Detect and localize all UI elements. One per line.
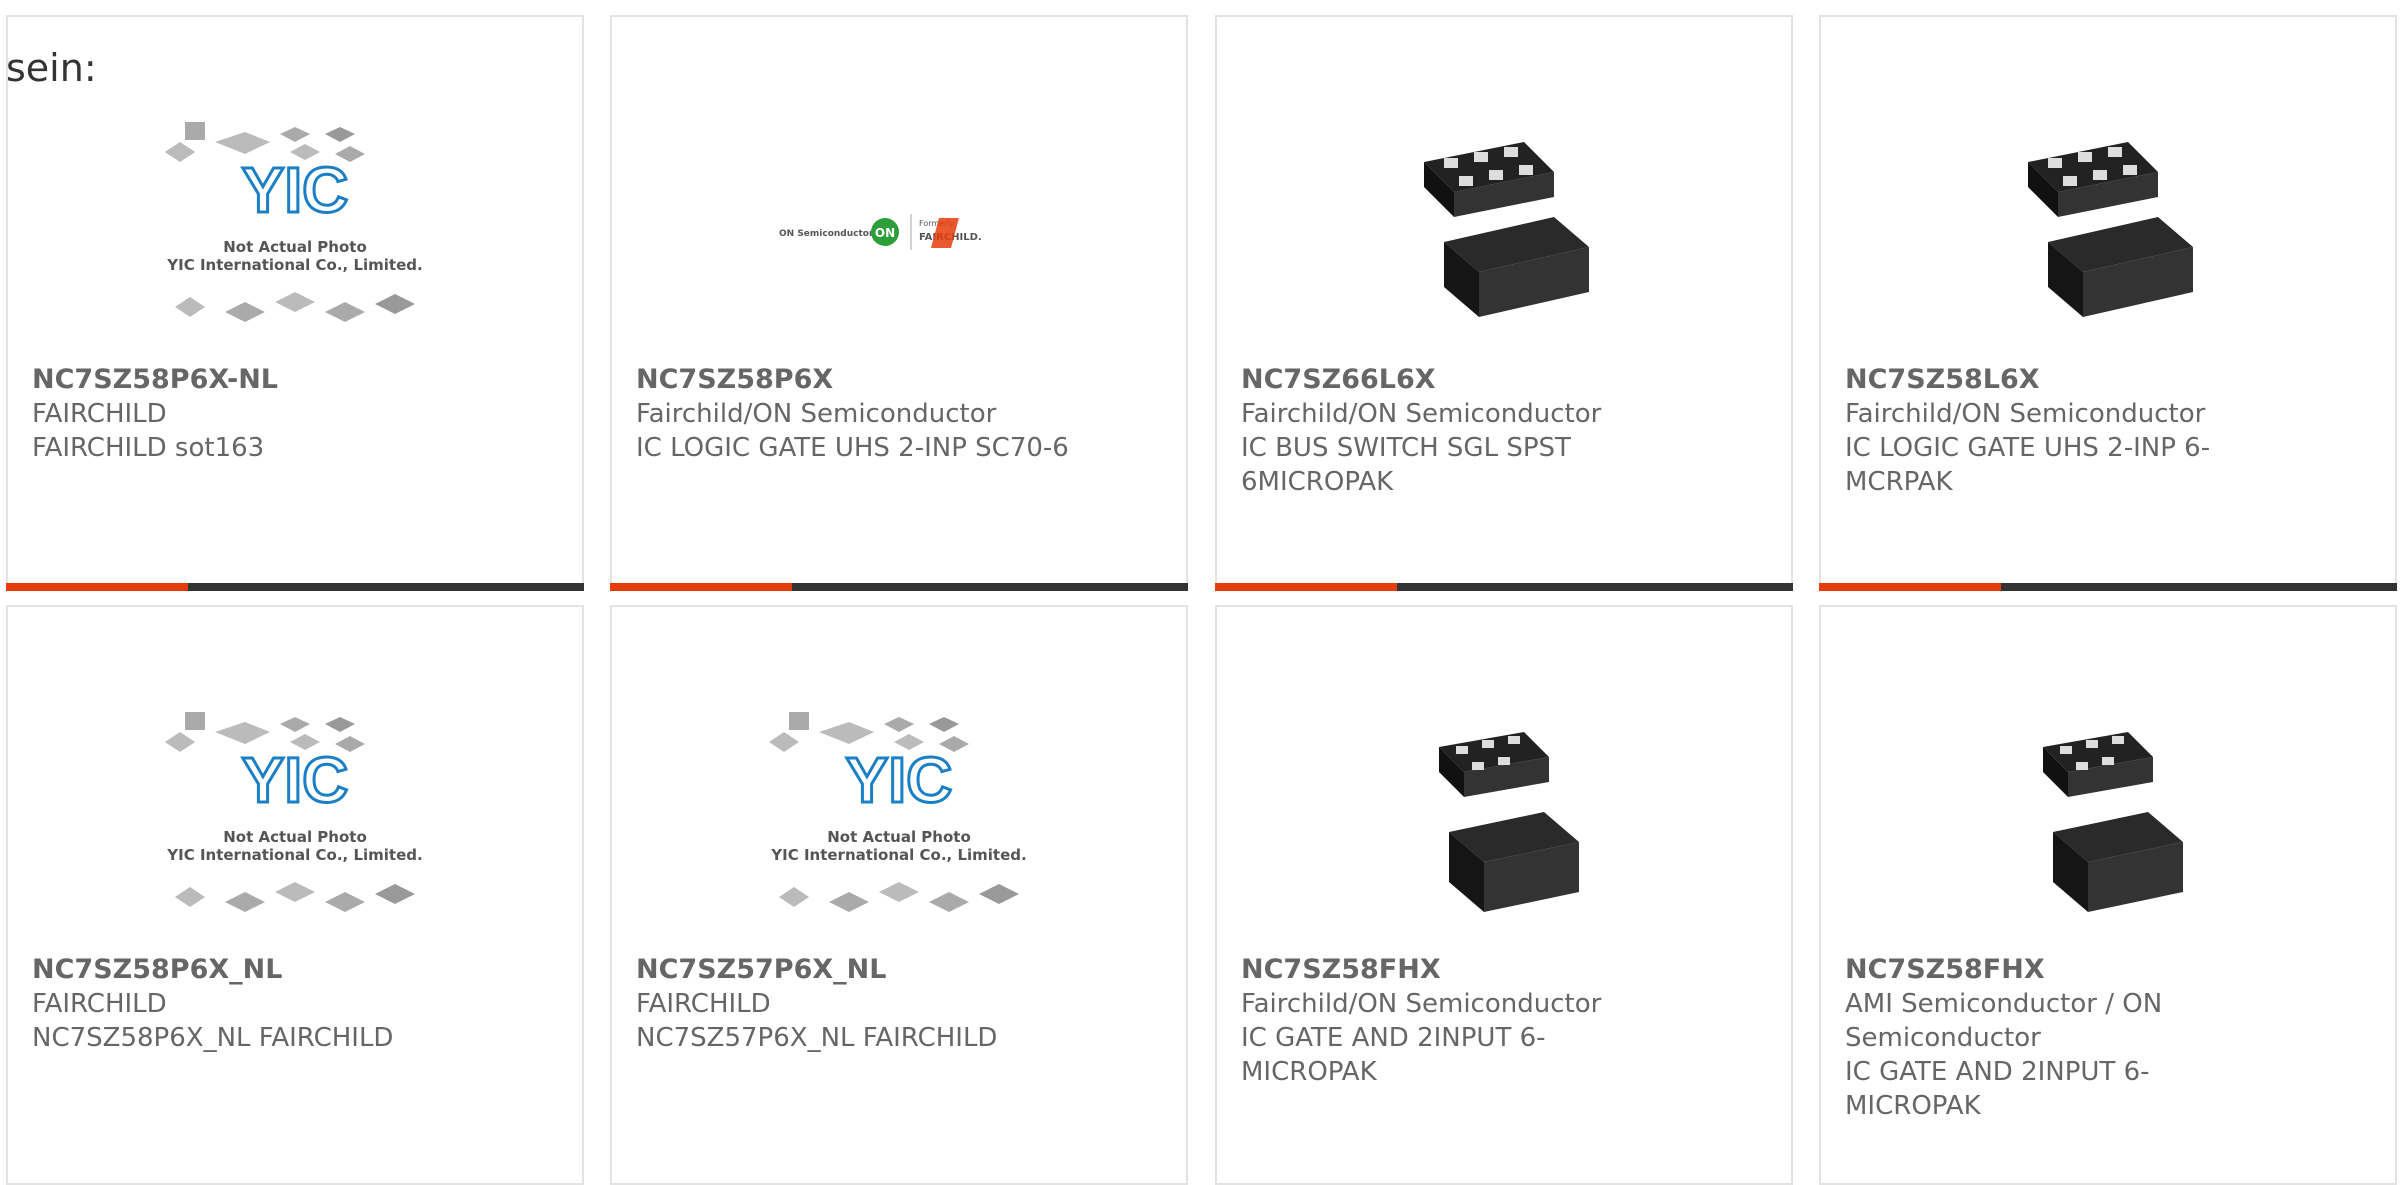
svg-text:YIC International Co., Limited: YIC International Co., Limited.	[770, 846, 1026, 864]
product-card[interactable]: NC7SZ58FHX Fairchild/ON Semiconductor IC…	[1215, 605, 1793, 1185]
part-number[interactable]: NC7SZ58P6X_NL	[32, 953, 472, 987]
description: IC LOGIC GATE UHS 2-INP SC70-6	[636, 433, 1069, 463]
svg-text:YIC International Co., Limited: YIC International Co., Limited.	[166, 846, 422, 864]
part-number[interactable]: NC7SZ58FHX	[1845, 953, 2285, 987]
manufacturer: Fairchild/ON Semiconductor	[1241, 399, 1602, 429]
product-card[interactable]: NC7SZ66L6X Fairchild/ON Semiconductor IC…	[1215, 15, 1793, 591]
svg-text:ON Semiconductor: ON Semiconductor	[779, 229, 874, 239]
svg-text:Not Actual Photo: Not Actual Photo	[223, 238, 367, 256]
product-image-placeholder[interactable]: YIC Not Actual Photo YIC International C…	[145, 97, 445, 367]
description: IC GATE AND 2INPUT 6-MICROPAK	[1845, 1057, 2150, 1121]
product-image-chip[interactable]	[1354, 687, 1654, 957]
part-number[interactable]: NC7SZ57P6X_NL	[636, 953, 1076, 987]
product-image-placeholder[interactable]: YIC Not Actual Photo YIC International C…	[145, 687, 445, 957]
part-number[interactable]: NC7SZ58P6X-NL	[32, 363, 472, 397]
part-number[interactable]: NC7SZ66L6X	[1241, 363, 1681, 397]
part-number[interactable]: NC7SZ58P6X	[636, 363, 1076, 397]
product-card[interactable]: YIC Not Actual Photo YIC International C…	[610, 605, 1188, 1185]
product-image-chip[interactable]	[1354, 97, 1654, 367]
yic-logo: YIC	[242, 154, 349, 226]
description: IC LOGIC GATE UHS 2-INP 6-MCRPAK	[1845, 433, 2211, 497]
product-card[interactable]: NC7SZ58FHX AMI Semiconductor / ON Semico…	[1819, 605, 2397, 1185]
yic-logo: YIC	[846, 744, 953, 816]
description: IC BUS SWITCH SGL SPST 6MICROPAK	[1241, 433, 1571, 497]
product-card[interactable]: YIC Not Actual Photo YIC International C…	[6, 605, 584, 1185]
manufacturer-logo-strip[interactable]: ON Semiconductor ON Formerly FAIRCHILD.	[749, 97, 1049, 367]
card-footer-bar	[6, 583, 584, 591]
part-number[interactable]: NC7SZ58FHX	[1241, 953, 1681, 987]
description: NC7SZ58P6X_NL FAIRCHILD	[32, 1023, 394, 1053]
product-card[interactable]: ON Semiconductor ON Formerly FAIRCHILD. …	[610, 15, 1188, 591]
card-footer-bar	[1215, 583, 1793, 591]
svg-text:ON: ON	[875, 226, 895, 240]
part-number[interactable]: NC7SZ58L6X	[1845, 363, 2285, 397]
manufacturer: FAIRCHILD	[636, 989, 771, 1019]
description: IC GATE AND 2INPUT 6-MICROPAK	[1241, 1023, 1546, 1087]
product-image-chip[interactable]	[1958, 97, 2258, 367]
svg-text:Not Actual Photo: Not Actual Photo	[827, 828, 971, 846]
manufacturer: Fairchild/ON Semiconductor	[1241, 989, 1602, 1019]
product-image-chip[interactable]	[1958, 687, 2258, 957]
product-card[interactable]: YIC Not Actual Photo YIC International C…	[6, 15, 584, 591]
product-card[interactable]: NC7SZ58L6X Fairchild/ON Semiconductor IC…	[1819, 15, 2397, 591]
manufacturer: Fairchild/ON Semiconductor	[1845, 399, 2206, 429]
description: NC7SZ57P6X_NL FAIRCHILD	[636, 1023, 998, 1053]
description: FAIRCHILD sot163	[32, 433, 265, 463]
card-footer-bar	[610, 583, 1188, 591]
product-image-placeholder[interactable]: YIC Not Actual Photo YIC International C…	[749, 687, 1049, 957]
manufacturer: Fairchild/ON Semiconductor	[636, 399, 997, 429]
card-footer-bar	[1819, 583, 2397, 591]
manufacturer: AMI Semiconductor / ON Semiconductor	[1845, 989, 2163, 1053]
svg-text:Not Actual Photo: Not Actual Photo	[223, 828, 367, 846]
manufacturer: FAIRCHILD	[32, 989, 167, 1019]
svg-text:YIC International Co., Limited: YIC International Co., Limited.	[166, 256, 422, 274]
yic-logo: YIC	[242, 744, 349, 816]
manufacturer: FAIRCHILD	[32, 399, 167, 429]
lead-text: sein:	[6, 46, 97, 90]
